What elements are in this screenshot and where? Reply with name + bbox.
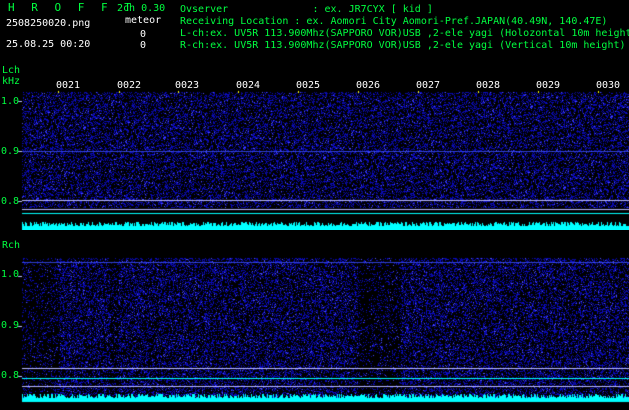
mode-label: 2ch 0.30 <box>117 3 166 14</box>
meteor-label: meteor <box>125 15 162 26</box>
rch-spectrogram <box>0 248 629 410</box>
time-mark: 0028 <box>476 80 501 91</box>
time-mark: 0026 <box>356 80 381 91</box>
lch-label: Lch <box>2 65 21 76</box>
location-line: Receiving Location : ex. Aomori City Aom… <box>180 16 608 27</box>
time-mark: 0025 <box>296 80 321 91</box>
time-mark: 0027 <box>416 80 441 91</box>
time-mark: 0021 <box>56 80 81 91</box>
rch-tick-0-8: 0.8 <box>1 370 20 381</box>
rch-info-line: R-ch:ex. UV5R 113.900Mhz(SAPPORO VOR)USB… <box>180 40 626 51</box>
observer-line: Ovserver : ex. JR7CYX [ kid ] <box>180 4 433 15</box>
lch-tick-0-8: 0.8 <box>1 196 20 207</box>
time-mark: 0029 <box>536 80 561 91</box>
lch-tick-0-9: 0.9 <box>1 146 20 157</box>
lch-spectrogram <box>0 80 629 230</box>
time-mark: 0024 <box>236 80 261 91</box>
rch-tick-1-0: 1.0 <box>1 269 20 280</box>
timestamp: 25.08.25 00:20 <box>6 39 91 50</box>
time-mark: 0022 <box>117 80 142 91</box>
time-mark: 0030 <box>596 80 621 91</box>
meteor-count-l: 0 <box>140 29 147 40</box>
lch-info-line: L-ch:ex. UV5R 113.900Mhz(SAPPORO VOR)USB… <box>180 28 629 39</box>
rch-label: Rch <box>2 240 21 251</box>
lch-tick-1-0: 1.0 <box>1 96 20 107</box>
filename: 2508250020.png <box>6 18 91 29</box>
time-mark: 0023 <box>175 80 200 91</box>
rch-tick-0-9: 0.9 <box>1 320 20 331</box>
meteor-count-r: 0 <box>140 40 147 51</box>
